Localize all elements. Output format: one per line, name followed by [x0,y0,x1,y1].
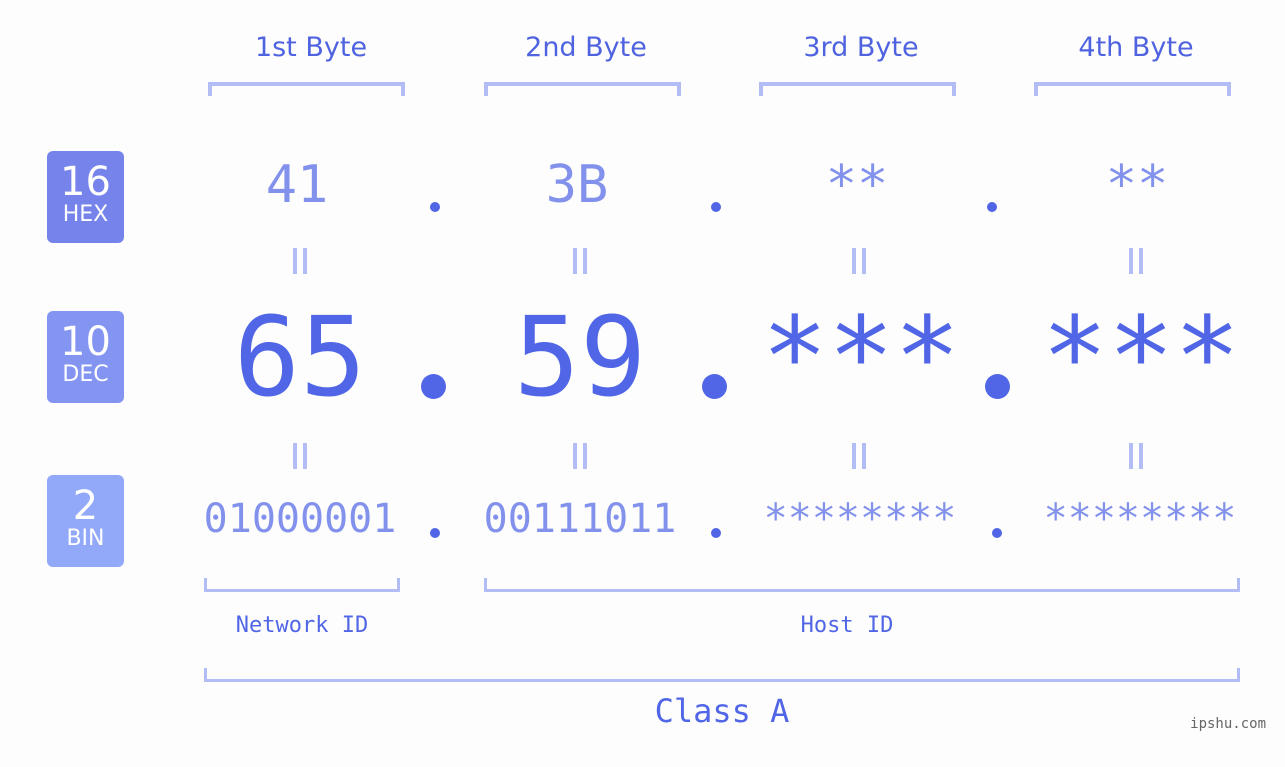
dec-dot-1 [421,374,446,399]
equals-icon [852,248,866,274]
watermark: ipshu.com [1190,716,1266,732]
bin-dot-2 [711,528,721,538]
byte-label-1: 1st Byte [254,32,368,63]
dec-dot-3 [985,374,1010,399]
network-id-bracket [204,578,400,592]
bin-badge: 2 BIN [47,475,124,567]
byte-bracket-4 [1034,82,1231,96]
byte-bracket-2 [484,82,681,96]
byte-bracket-1 [208,82,405,96]
dec-badge-label: DEC [62,362,109,387]
byte-label-4: 4th Byte [1078,32,1194,63]
bin-value-1: 01000001 [203,496,397,542]
class-label: Class A [654,692,790,730]
bin-value-2: 00111011 [483,496,677,542]
equals-icon [852,443,866,469]
hex-value-4: ** [1105,155,1169,215]
dec-dot-2 [702,374,727,399]
dec-badge: 10 DEC [47,311,124,403]
hex-dot-1 [430,202,440,212]
equals-icon [1129,248,1143,274]
equals-icon [573,443,587,469]
dec-value-2: 59 [513,293,647,421]
dec-value-1: 65 [233,293,367,421]
hex-dot-3 [987,202,997,212]
dec-badge-base: 10 [60,319,111,365]
bin-badge-base: 2 [72,483,99,529]
equals-icon [293,443,307,469]
byte-bracket-3 [759,82,956,96]
dec-value-4: *** [1041,293,1241,421]
bin-value-3: ******** [763,496,957,542]
equals-icon [1129,443,1143,469]
bin-dot-3 [992,528,1002,538]
host-id-label: Host ID [800,613,894,638]
byte-label-2: 2nd Byte [525,32,647,63]
hex-badge-label: HEX [62,202,109,227]
equals-icon [573,248,587,274]
bin-badge-label: BIN [66,526,105,551]
bin-dot-1 [430,528,440,538]
dec-value-3: *** [761,293,961,421]
class-bracket [204,668,1240,682]
equals-icon [293,248,307,274]
bin-value-4: ******** [1043,496,1237,542]
network-id-label: Network ID [235,613,369,638]
hex-value-2: 3B [545,155,609,215]
byte-label-3: 3rd Byte [803,32,919,63]
host-id-bracket [484,578,1240,592]
hex-value-1: 41 [265,155,329,215]
hex-badge-base: 16 [60,159,111,205]
hex-badge: 16 HEX [47,151,124,243]
hex-value-3: ** [825,155,889,215]
hex-dot-2 [711,202,721,212]
